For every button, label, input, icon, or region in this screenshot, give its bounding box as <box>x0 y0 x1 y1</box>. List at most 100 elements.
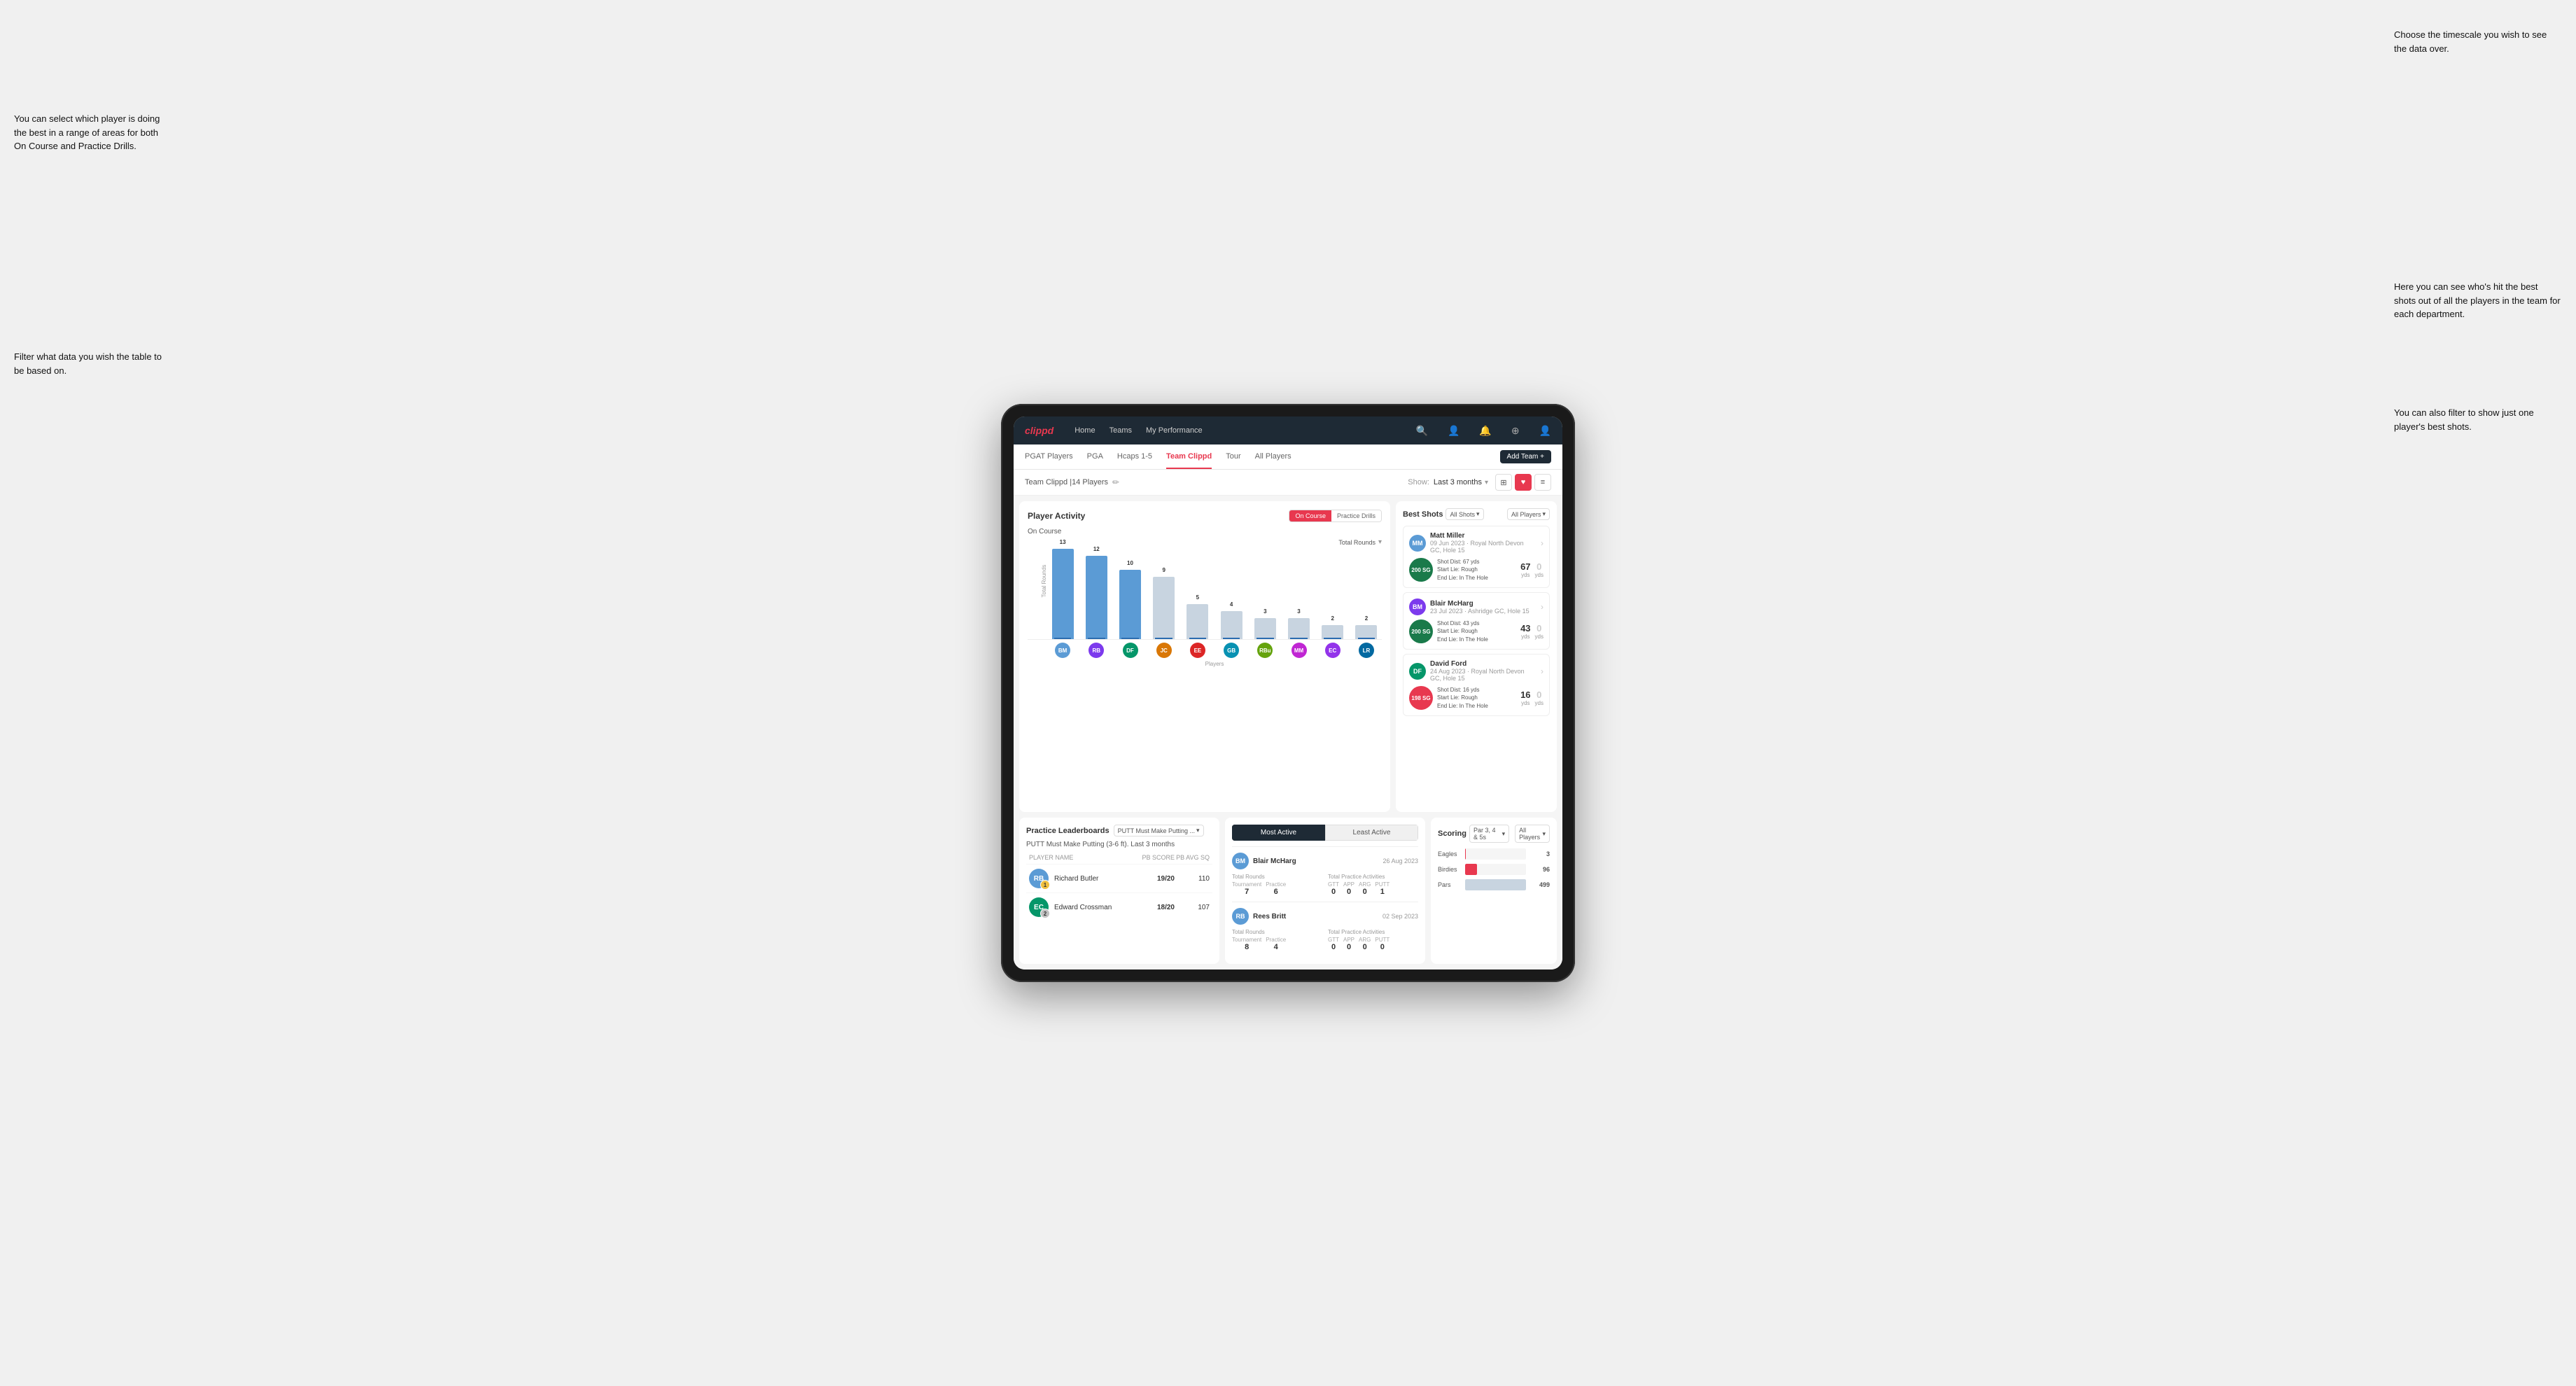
bar: 2 <box>1322 625 1343 639</box>
apc-activities-cols: GTT 0 APP 0 ARG 0 PUTT 0 <box>1328 937 1418 951</box>
plus-circle-icon[interactable]: ⊕ <box>1511 425 1520 437</box>
active-players: BM Blair McHarg 26 Aug 2023 Total Rounds… <box>1232 846 1418 957</box>
lb-pb-score: 18/20 <box>1140 904 1175 911</box>
lb-subtitle: PUTT Must Make Putting (3-6 ft). Last 3 … <box>1026 841 1212 848</box>
apc-app-value: 0 <box>1343 943 1354 951</box>
apc-tournament-label: Tournament <box>1232 937 1261 943</box>
apc-gtt-label: GTT <box>1328 881 1339 888</box>
avatar: MM <box>1292 643 1307 658</box>
tab-most-active[interactable]: Most Active <box>1232 825 1325 841</box>
chevron-right-icon: › <box>1541 602 1544 612</box>
apc-app-label: APP <box>1343 881 1354 888</box>
avatar-col: RB <box>1081 643 1112 658</box>
bar-blue-line <box>1189 638 1207 639</box>
search-icon[interactable]: 🔍 <box>1416 425 1428 437</box>
shot-badge: 200 SG <box>1409 558 1433 582</box>
apc-rounds-cols: Tournament 8 Practice 4 <box>1232 937 1322 951</box>
avatar: RB <box>1088 643 1104 658</box>
bar: 5 <box>1186 604 1208 639</box>
lb-rank-badge: 2 <box>1040 909 1050 918</box>
tab-all-players[interactable]: All Players <box>1255 445 1292 469</box>
table-view-button[interactable]: ≡ <box>1534 474 1551 491</box>
lb-filter[interactable]: PUTT Must Make Putting ... ▾ <box>1114 825 1204 836</box>
tab-hcaps[interactable]: Hcaps 1-5 <box>1117 445 1152 469</box>
bar: 9 <box>1153 577 1175 639</box>
users-icon[interactable]: 👤 <box>1448 425 1460 437</box>
apc-arg-value: 0 <box>1359 888 1371 896</box>
avatar: DF <box>1123 643 1138 658</box>
apc-rounds-label: Total Rounds <box>1232 874 1322 880</box>
scoring-bar-row: Birdies 96 <box>1438 864 1550 875</box>
show-value[interactable]: Last 3 months <box>1434 478 1482 486</box>
main-content: Player Activity On Course Practice Drill… <box>1014 496 1562 818</box>
chart-filter-arrow[interactable]: ▾ <box>1378 538 1382 546</box>
bell-icon[interactable]: 🔔 <box>1479 425 1491 437</box>
player-date: 24 Aug 2023 · Royal North Devon GC, Hole… <box>1430 668 1536 682</box>
scoring-bar-container <box>1465 864 1526 875</box>
add-team-button[interactable]: Add Team + <box>1500 450 1551 463</box>
apc-practice-label: Practice <box>1266 937 1286 943</box>
nav-item-performance[interactable]: My Performance <box>1146 424 1203 438</box>
apc-tournament-label: Tournament <box>1232 881 1261 888</box>
apc-name: Blair McHarg <box>1253 858 1382 865</box>
shot-card[interactable]: BM Blair McHarg 23 Jul 2023 · Ashridge G… <box>1403 592 1550 650</box>
active-tabs: Most Active Least Active <box>1232 825 1418 841</box>
scoring-filter2-arrow: ▾ <box>1542 830 1546 838</box>
shot-card[interactable]: MM Matt Miller 09 Jun 2023 · Royal North… <box>1403 526 1550 588</box>
toggle-on-course[interactable]: On Course <box>1289 510 1331 522</box>
grid-view-button[interactable]: ⊞ <box>1495 474 1512 491</box>
avatar-col: BM <box>1047 643 1078 658</box>
annotation-left-top: You can select which player is doing the… <box>14 112 168 153</box>
bar-value-label: 3 <box>1297 608 1300 615</box>
apc-gtt-value: 0 <box>1328 943 1339 951</box>
apc-gtt: GTT 0 <box>1328 937 1339 951</box>
tab-tour[interactable]: Tour <box>1226 445 1240 469</box>
toggle-practice-drills[interactable]: Practice Drills <box>1331 510 1381 522</box>
avatar: BM <box>1055 643 1070 658</box>
annotation-top-right: Choose the timescale you wish to see the… <box>2394 28 2548 55</box>
lb-player-name: Edward Crossman <box>1054 904 1140 911</box>
avatar-col: LR <box>1351 643 1382 658</box>
shot-cards-container: MM Matt Miller 09 Jun 2023 · Royal North… <box>1403 526 1550 716</box>
apc-practice-value: 6 <box>1266 888 1286 896</box>
bar-value-label: 13 <box>1060 539 1066 545</box>
bar-col: 5 <box>1182 549 1213 639</box>
bar-blue-line <box>1121 638 1139 639</box>
shot-info: Shot Dist: 16 yds Start Lie: Rough End L… <box>1437 686 1516 710</box>
player-avatar: MM <box>1409 535 1426 552</box>
player-name: Blair McHarg <box>1430 600 1536 608</box>
apc-stats: Total Rounds Tournament 7 Practice 6 Tot… <box>1232 874 1418 896</box>
bar-col: 4 <box>1216 549 1247 639</box>
dropdown-arrow-icon[interactable]: ▾ <box>1485 479 1488 486</box>
lb-rank-badge: 1 <box>1040 880 1050 890</box>
avatar-col: GB <box>1216 643 1247 658</box>
apc-putt-value: 1 <box>1375 888 1390 896</box>
nav-item-home[interactable]: Home <box>1074 424 1095 438</box>
lb-rows: RB 1 Richard Butler 19/20 110 EC 2 Edwar… <box>1026 864 1212 921</box>
scoring-filter1[interactable]: Par 3, 4 & 5s ▾ <box>1469 825 1509 843</box>
avatar-col: EC <box>1317 643 1348 658</box>
all-shots-filter[interactable]: All Shots ▾ <box>1446 508 1483 520</box>
all-players-filter[interactable]: All Players ▾ <box>1507 508 1550 520</box>
edit-icon[interactable]: ✏ <box>1112 477 1119 487</box>
apc-app: APP 0 <box>1343 937 1354 951</box>
list-view-button[interactable]: ♥ <box>1515 474 1532 491</box>
lb-player-name: Richard Butler <box>1054 875 1140 883</box>
profile-icon[interactable]: 👤 <box>1539 425 1551 437</box>
apc-gtt: GTT 0 <box>1328 881 1339 896</box>
nav-item-teams[interactable]: Teams <box>1110 424 1132 438</box>
tab-team-clippd[interactable]: Team Clippd <box>1166 445 1212 469</box>
lb-row: EC 2 Edward Crossman 18/20 107 <box>1026 892 1212 921</box>
tab-pga[interactable]: PGA <box>1087 445 1103 469</box>
bar: 12 <box>1086 556 1107 639</box>
shot-card[interactable]: DF David Ford 24 Aug 2023 · Royal North … <box>1403 654 1550 716</box>
player-activity-panel: Player Activity On Course Practice Drill… <box>1019 501 1390 812</box>
bar: 2 <box>1355 625 1377 639</box>
bar-col: 2 <box>1351 549 1382 639</box>
tab-least-active[interactable]: Least Active <box>1325 825 1418 841</box>
tab-pgat-players[interactable]: PGAT Players <box>1025 445 1073 469</box>
bar-blue-line <box>1155 638 1172 639</box>
apc-tournament: Tournament 7 <box>1232 881 1261 896</box>
bar-blue-line <box>1054 638 1072 639</box>
scoring-filter2[interactable]: All Players ▾ <box>1515 825 1550 843</box>
